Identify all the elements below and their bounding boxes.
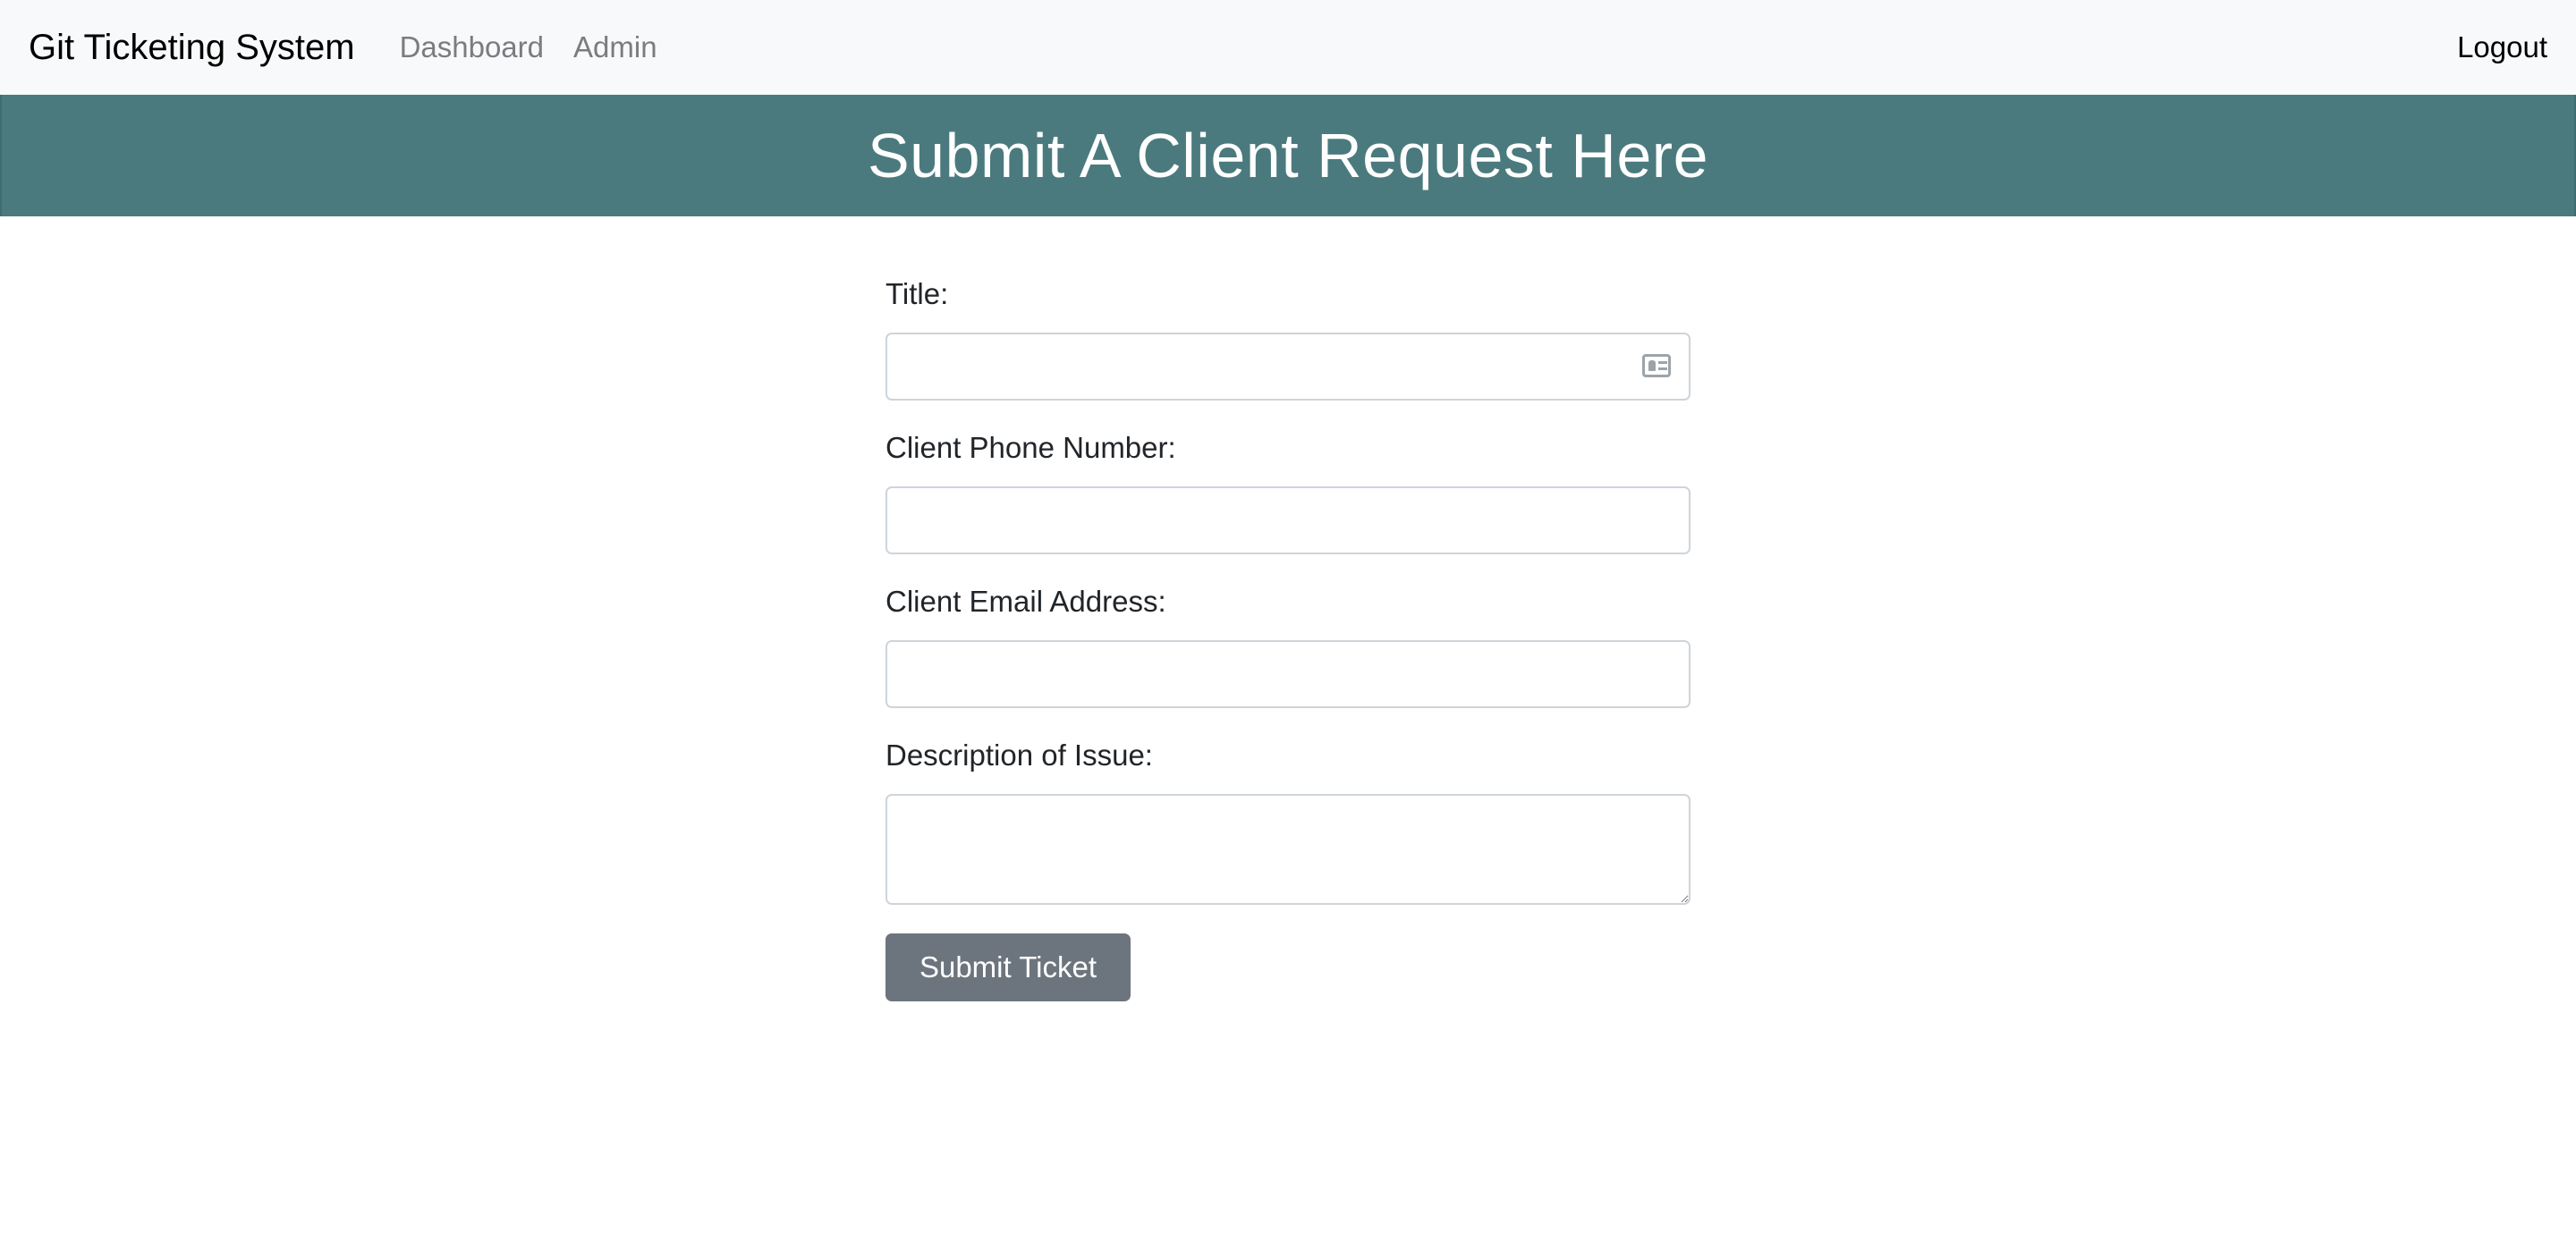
phone-input[interactable]	[886, 486, 1690, 554]
page-title: Submit A Client Request Here	[867, 121, 1709, 190]
description-textarea[interactable]	[886, 794, 1690, 905]
top-navbar: Git Ticketing System Dashboard Admin Log…	[0, 0, 2576, 95]
email-label: Client Email Address:	[886, 585, 1166, 618]
title-label: Title:	[886, 277, 949, 310]
navbar-brand[interactable]: Git Ticketing System	[29, 28, 355, 68]
nav-link-admin[interactable]: Admin	[573, 30, 657, 64]
page-banner: Submit A Client Request Here	[0, 95, 2576, 216]
logout-link[interactable]: Logout	[2457, 30, 2547, 64]
phone-label: Client Phone Number:	[886, 431, 1176, 464]
title-input[interactable]	[886, 333, 1690, 401]
contact-card-icon	[1642, 354, 1671, 377]
submit-ticket-button[interactable]: Submit Ticket	[886, 933, 1131, 1001]
nav-link-dashboard[interactable]: Dashboard	[400, 30, 544, 64]
email-input[interactable]	[886, 640, 1690, 708]
description-label: Description of Issue:	[886, 739, 1153, 772]
